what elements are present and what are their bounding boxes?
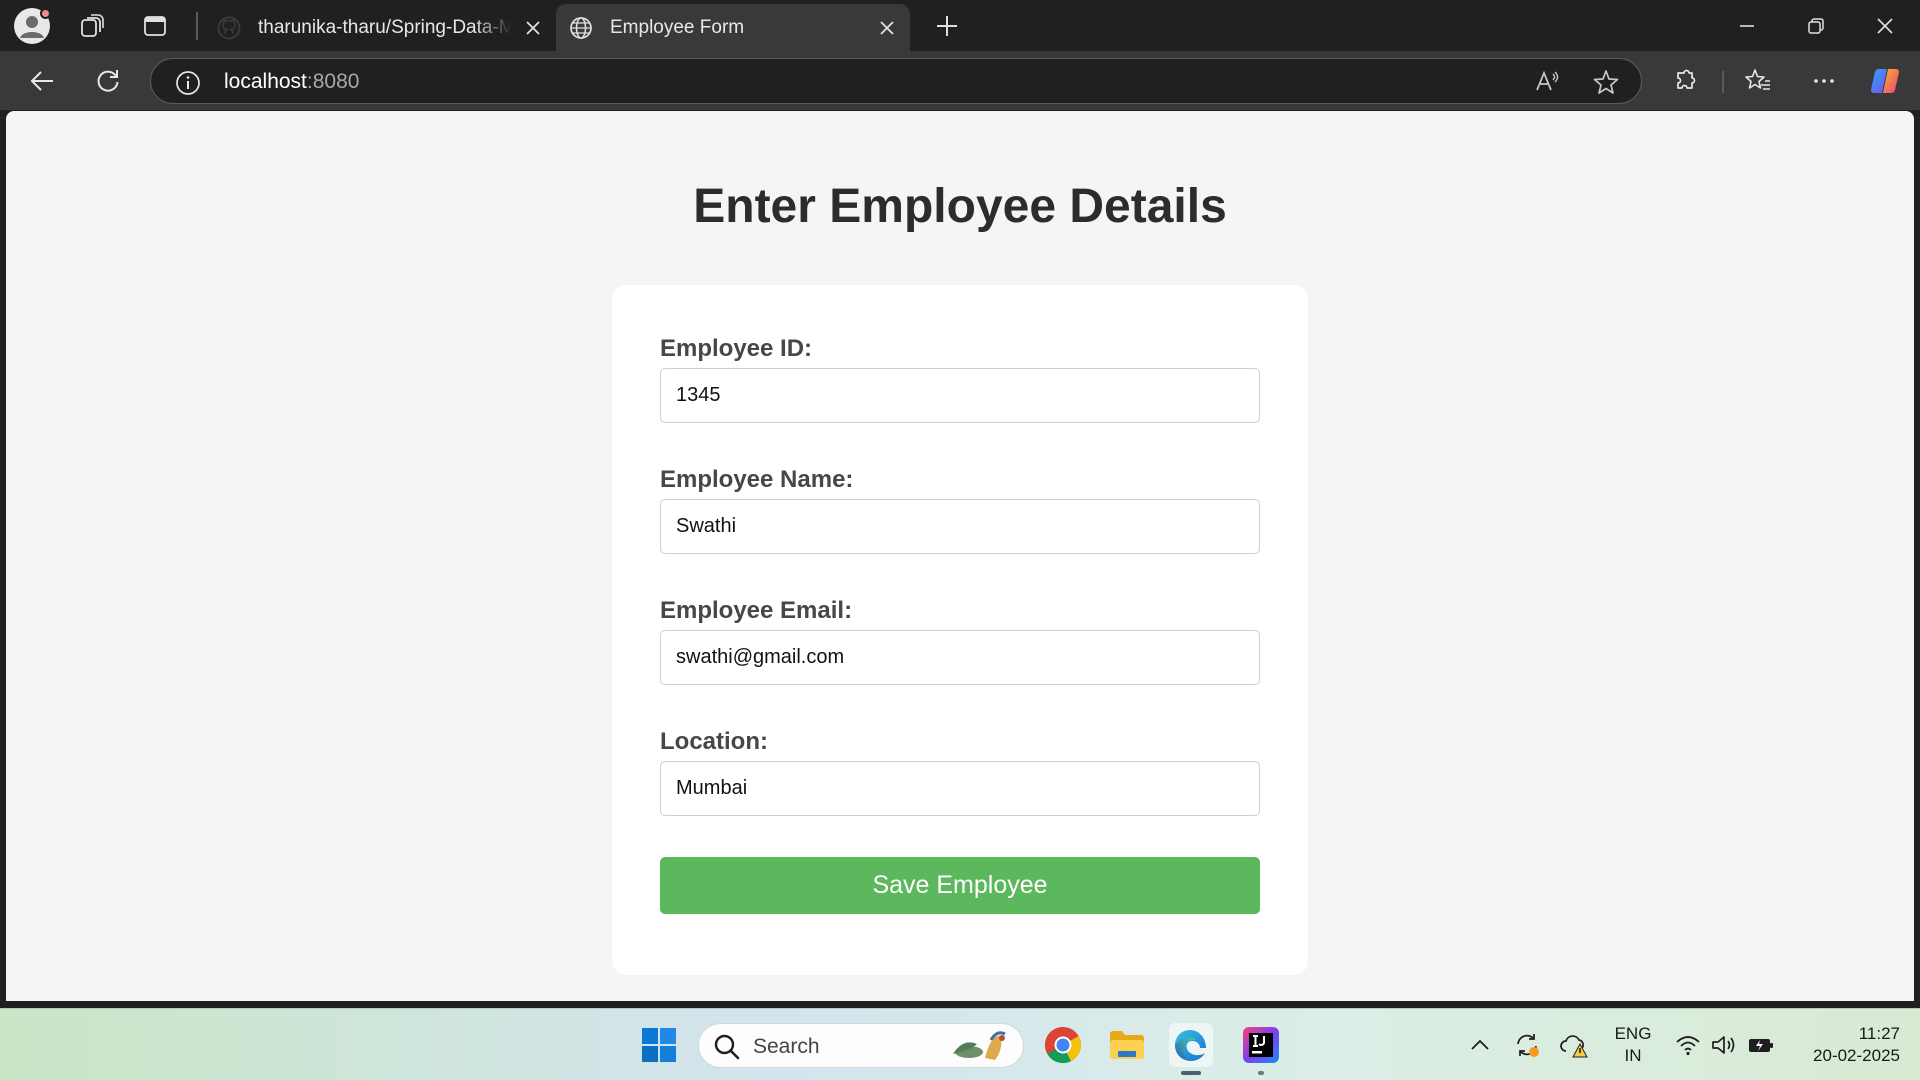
edge-icon[interactable]	[1169, 1023, 1213, 1075]
clock-time: 11:27	[1858, 1024, 1900, 1043]
browser-tab-strip: tharunika-tharu/Spring-Data-Mongo Employ…	[0, 0, 1920, 51]
toolbar-separator	[1722, 71, 1724, 93]
new-tab-icon[interactable]	[932, 11, 962, 41]
page-title: Enter Employee Details	[693, 180, 1227, 233]
language-code: ENG	[1614, 1024, 1652, 1043]
copilot-icon[interactable]	[1868, 64, 1902, 98]
employee-name-input[interactable]	[660, 499, 1260, 554]
chrome-icon[interactable]	[1041, 1023, 1085, 1067]
taskbar-search-box[interactable]: Search	[698, 1023, 1024, 1068]
wifi-icon[interactable]	[1674, 1031, 1702, 1059]
system-clock[interactable]: 11:27 20-02-2025	[1790, 1023, 1900, 1067]
close-tab-icon[interactable]	[874, 15, 900, 41]
employee-id-input[interactable]	[660, 368, 1260, 423]
workspaces-icon[interactable]	[78, 12, 106, 40]
intellij-icon[interactable]	[1239, 1023, 1283, 1075]
location-input[interactable]	[660, 761, 1260, 816]
running-app-indicator	[1258, 1071, 1264, 1075]
browser-toolbar: localhost:8080	[0, 51, 1920, 110]
active-app-indicator	[1181, 1071, 1201, 1075]
tab-title: tharunika-tharu/Spring-Data-Mongo	[258, 16, 512, 38]
profile-avatar[interactable]	[14, 8, 51, 44]
windows-taskbar: Search ENG IN 11:27 20-02-2025	[0, 1008, 1920, 1080]
back-arrow-icon[interactable]	[25, 64, 59, 98]
show-hidden-icons-chevron-up-icon[interactable]	[1466, 1031, 1494, 1059]
url-text[interactable]: localhost:8080	[224, 70, 359, 94]
more-options-icon[interactable]	[1807, 64, 1841, 98]
refresh-icon[interactable]	[91, 64, 125, 98]
globe-icon	[568, 15, 594, 41]
tab-github-repo[interactable]: tharunika-tharu/Spring-Data-Mongo	[204, 4, 556, 51]
github-icon	[216, 15, 242, 41]
close-tab-icon[interactable]	[520, 15, 546, 41]
onedrive-warning-icon[interactable]	[1560, 1031, 1588, 1059]
clock-date: 20-02-2025	[1813, 1046, 1900, 1065]
search-highlight-icon	[945, 1028, 1015, 1066]
tab-divider	[196, 12, 198, 40]
tab-title: Employee Form	[610, 16, 745, 38]
search-placeholder: Search	[753, 1035, 820, 1058]
tab-employee-form[interactable]: Employee Form	[556, 4, 910, 51]
minimize-icon[interactable]	[1724, 10, 1770, 42]
url-host: localhost	[224, 70, 307, 93]
employee-id-label: Employee ID:	[660, 335, 813, 362]
employee-email-label: Employee Email:	[660, 597, 853, 624]
favorite-star-icon[interactable]	[1592, 68, 1620, 96]
read-aloud-icon[interactable]	[1533, 68, 1561, 96]
employee-name-label: Employee Name:	[660, 466, 854, 493]
volume-icon[interactable]	[1710, 1031, 1738, 1059]
windows-start-icon[interactable]	[637, 1023, 681, 1067]
region-code: IN	[1624, 1046, 1642, 1065]
address-bar[interactable]: localhost:8080	[150, 58, 1642, 104]
sync-update-icon[interactable]	[1513, 1031, 1541, 1059]
restore-icon[interactable]	[1793, 10, 1839, 42]
employee-email-input[interactable]	[660, 630, 1260, 685]
battery-charging-icon[interactable]	[1747, 1031, 1775, 1059]
favorites-icon[interactable]	[1741, 64, 1775, 98]
save-employee-button[interactable]: Save Employee	[660, 857, 1260, 914]
notification-dot	[40, 8, 51, 19]
search-icon	[713, 1033, 741, 1061]
extensions-icon[interactable]	[1669, 64, 1703, 98]
page-viewport: Enter Employee Details Employee ID: Empl…	[6, 111, 1914, 1001]
close-window-icon[interactable]	[1862, 10, 1908, 42]
tab-actions-icon[interactable]	[141, 12, 169, 40]
url-port: :8080	[306, 70, 360, 93]
file-explorer-icon[interactable]	[1105, 1023, 1149, 1067]
employee-form: Employee ID: Employee Name: Employee Ema…	[612, 285, 1308, 975]
site-info-icon[interactable]	[175, 70, 201, 96]
location-label: Location:	[660, 728, 768, 755]
input-language-indicator[interactable]: ENG IN	[1610, 1023, 1656, 1067]
